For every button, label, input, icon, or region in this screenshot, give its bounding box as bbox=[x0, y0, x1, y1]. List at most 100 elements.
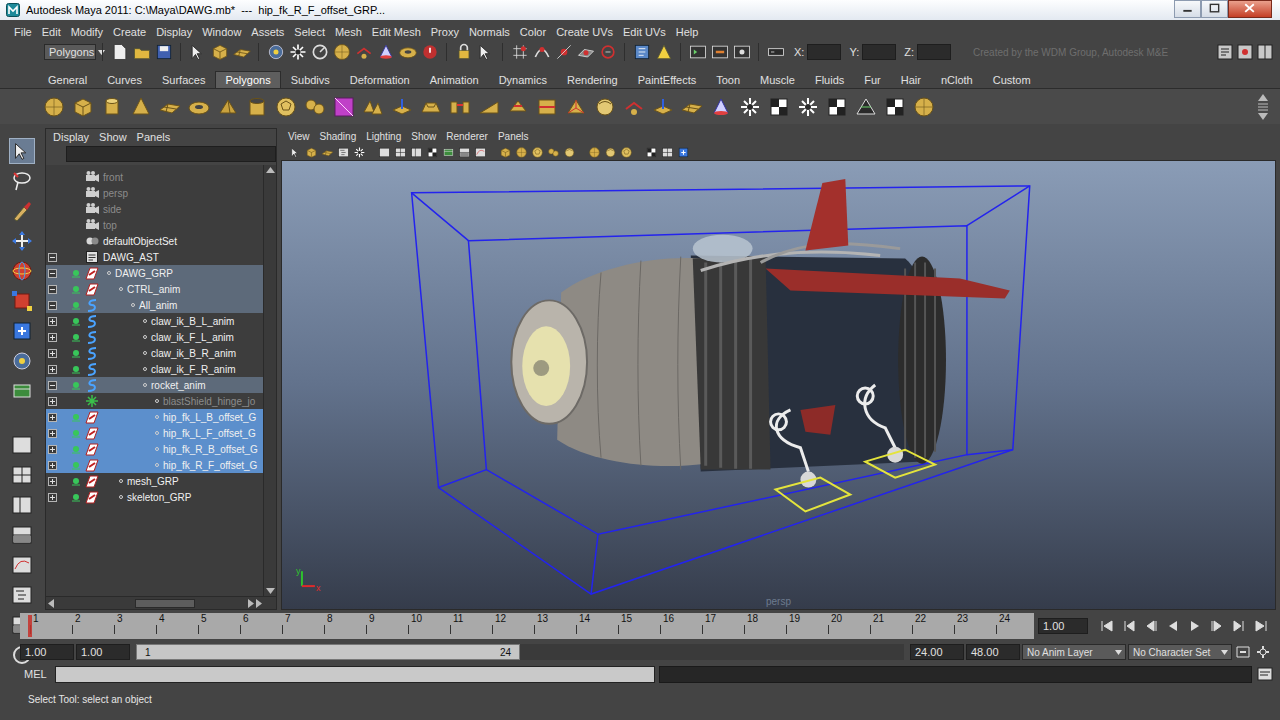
go-to-start-icon[interactable] bbox=[1098, 619, 1116, 633]
maximize-icon[interactable] bbox=[1201, 0, 1228, 18]
menu-item[interactable]: Window bbox=[197, 26, 246, 38]
tool-arrow-icon[interactable] bbox=[9, 138, 35, 164]
shelf-split-icon[interactable] bbox=[506, 95, 530, 119]
viewport-outl-icon[interactable] bbox=[337, 146, 350, 159]
shelf-plane-icon[interactable] bbox=[158, 95, 182, 119]
snap-live-icon[interactable] bbox=[598, 42, 618, 62]
render-settings-icon[interactable] bbox=[732, 42, 752, 62]
mask-dynamics-icon[interactable] bbox=[376, 42, 396, 62]
select-object-icon[interactable] bbox=[210, 42, 230, 62]
outliner-item[interactable]: hip_fk_R_F_offset_G bbox=[46, 457, 263, 473]
script-editor-icon[interactable] bbox=[1256, 666, 1274, 682]
viewport-sphere-icon[interactable] bbox=[515, 146, 528, 159]
shelf-wedge-icon[interactable] bbox=[477, 95, 501, 119]
menu-item[interactable]: Edit UVs bbox=[618, 26, 671, 38]
viewport-sphere-icon[interactable] bbox=[588, 146, 601, 159]
go-to-end-icon[interactable] bbox=[1252, 619, 1270, 633]
expand-toggle[interactable] bbox=[48, 301, 57, 310]
outliner-item[interactable]: rocket_anim bbox=[46, 377, 263, 393]
coordinate-input[interactable] bbox=[807, 44, 841, 60]
render-icon[interactable] bbox=[688, 42, 708, 62]
coordinate-input[interactable] bbox=[862, 44, 896, 60]
menu-item[interactable]: Help bbox=[671, 26, 704, 38]
viewport-layout2-icon[interactable] bbox=[661, 146, 674, 159]
shelf-tab[interactable]: nCloth bbox=[931, 71, 983, 88]
expand-toggle[interactable] bbox=[48, 269, 57, 278]
shelf-tab[interactable]: Animation bbox=[420, 71, 489, 88]
expand-toggle[interactable] bbox=[48, 477, 57, 486]
shelf-checker-icon[interactable] bbox=[825, 95, 849, 119]
outliner-item[interactable]: blastShield_hinge_jo bbox=[46, 393, 263, 409]
outliner-item[interactable]: defaultObjectSet bbox=[46, 233, 263, 249]
shelf-tab[interactable]: Toon bbox=[706, 71, 750, 88]
highlight-icon[interactable] bbox=[476, 42, 496, 62]
shelf-bevel-icon[interactable] bbox=[419, 95, 443, 119]
mask-joints-icon[interactable] bbox=[288, 42, 308, 62]
tool-settings-icon[interactable] bbox=[1236, 43, 1254, 61]
viewport-menu-item[interactable]: View bbox=[283, 131, 315, 142]
outliner-menu-item[interactable]: Panels bbox=[132, 131, 176, 143]
playback-start-field[interactable]: 1.00 bbox=[76, 644, 130, 660]
outliner-item[interactable]: persp bbox=[46, 185, 263, 201]
viewport-layout1-icon[interactable] bbox=[378, 146, 391, 159]
auto-key-icon[interactable] bbox=[1234, 644, 1252, 660]
expand-toggle[interactable] bbox=[48, 397, 57, 406]
history-icon[interactable] bbox=[632, 42, 652, 62]
viewport-graph-icon[interactable] bbox=[474, 146, 487, 159]
viewport-soccer-icon[interactable] bbox=[531, 146, 544, 159]
shelf-tab[interactable]: Curves bbox=[97, 71, 152, 88]
menu-item[interactable]: Edit bbox=[37, 26, 66, 38]
menu-set-dropdown[interactable]: Polygons bbox=[44, 44, 96, 60]
viewport-plane-icon[interactable] bbox=[321, 146, 334, 159]
menu-item[interactable]: File bbox=[9, 26, 37, 38]
menu-item[interactable]: Mesh bbox=[330, 26, 367, 38]
outliner-item[interactable]: front bbox=[46, 169, 263, 185]
outliner-menu-item[interactable]: Display bbox=[48, 131, 94, 143]
viewport-layout2-icon[interactable] bbox=[394, 146, 407, 159]
construction-icon[interactable] bbox=[654, 42, 674, 62]
channel-box-icon[interactable] bbox=[1256, 43, 1274, 61]
command-input[interactable] bbox=[55, 666, 655, 683]
viewport-checker-icon[interactable] bbox=[426, 146, 439, 159]
shelf-prism-icon[interactable] bbox=[216, 95, 240, 119]
outliner-item[interactable]: claw_ik_B_R_anim bbox=[46, 345, 263, 361]
outliner-item[interactable]: hip_fk_L_F_offset_G bbox=[46, 425, 263, 441]
snap-grid-icon[interactable] bbox=[510, 42, 530, 62]
input-line-icon[interactable] bbox=[766, 42, 786, 62]
tool-graph-icon[interactable] bbox=[9, 552, 35, 578]
shelf-tab[interactable]: Dynamics bbox=[489, 71, 557, 88]
outliner-item[interactable]: mesh_GRP bbox=[46, 473, 263, 489]
shelf-tab[interactable]: Polygons bbox=[215, 71, 280, 88]
viewport-arrow-icon[interactable] bbox=[289, 146, 302, 159]
shelf-extrude-icon[interactable] bbox=[651, 95, 675, 119]
viewport-cube-icon[interactable] bbox=[305, 146, 318, 159]
current-frame-field[interactable]: 1.00 bbox=[1038, 618, 1088, 634]
outliner-item[interactable]: hip_fk_R_B_offset_G bbox=[46, 441, 263, 457]
shelf-tab[interactable]: Surfaces bbox=[152, 71, 215, 88]
preferences-icon[interactable] bbox=[1254, 644, 1272, 660]
shelf-poke-icon[interactable] bbox=[564, 95, 588, 119]
viewport-menu-item[interactable]: Show bbox=[406, 131, 441, 142]
outliner-item[interactable]: top bbox=[46, 217, 263, 233]
expand-toggle[interactable] bbox=[48, 333, 57, 342]
open-scene-icon[interactable] bbox=[132, 42, 152, 62]
snap-point-icon[interactable] bbox=[554, 42, 574, 62]
menu-item[interactable]: Select bbox=[289, 26, 330, 38]
viewport-multi-icon[interactable] bbox=[547, 146, 560, 159]
play-backwards-icon[interactable] bbox=[1164, 619, 1182, 633]
expand-toggle[interactable] bbox=[48, 413, 57, 422]
shelf-mag-icon[interactable] bbox=[332, 95, 356, 119]
shelf-cone2-icon[interactable] bbox=[709, 95, 733, 119]
scroll-left-icon[interactable] bbox=[48, 599, 54, 608]
viewport-layout3-icon[interactable] bbox=[410, 146, 423, 159]
snap-curve-icon[interactable] bbox=[532, 42, 552, 62]
step-forward-frame-icon[interactable] bbox=[1208, 619, 1226, 633]
range-bar[interactable]: 124 bbox=[136, 644, 520, 660]
horizontal-scrollbar[interactable] bbox=[46, 596, 276, 609]
viewport-smooth-icon[interactable] bbox=[563, 146, 576, 159]
viewport-soccer-icon[interactable] bbox=[620, 146, 633, 159]
shelf-tab[interactable]: Fur bbox=[854, 71, 891, 88]
tool-layout3-icon[interactable] bbox=[9, 492, 35, 518]
save-scene-icon[interactable] bbox=[154, 42, 174, 62]
attribute-editor-icon[interactable] bbox=[1216, 43, 1234, 61]
